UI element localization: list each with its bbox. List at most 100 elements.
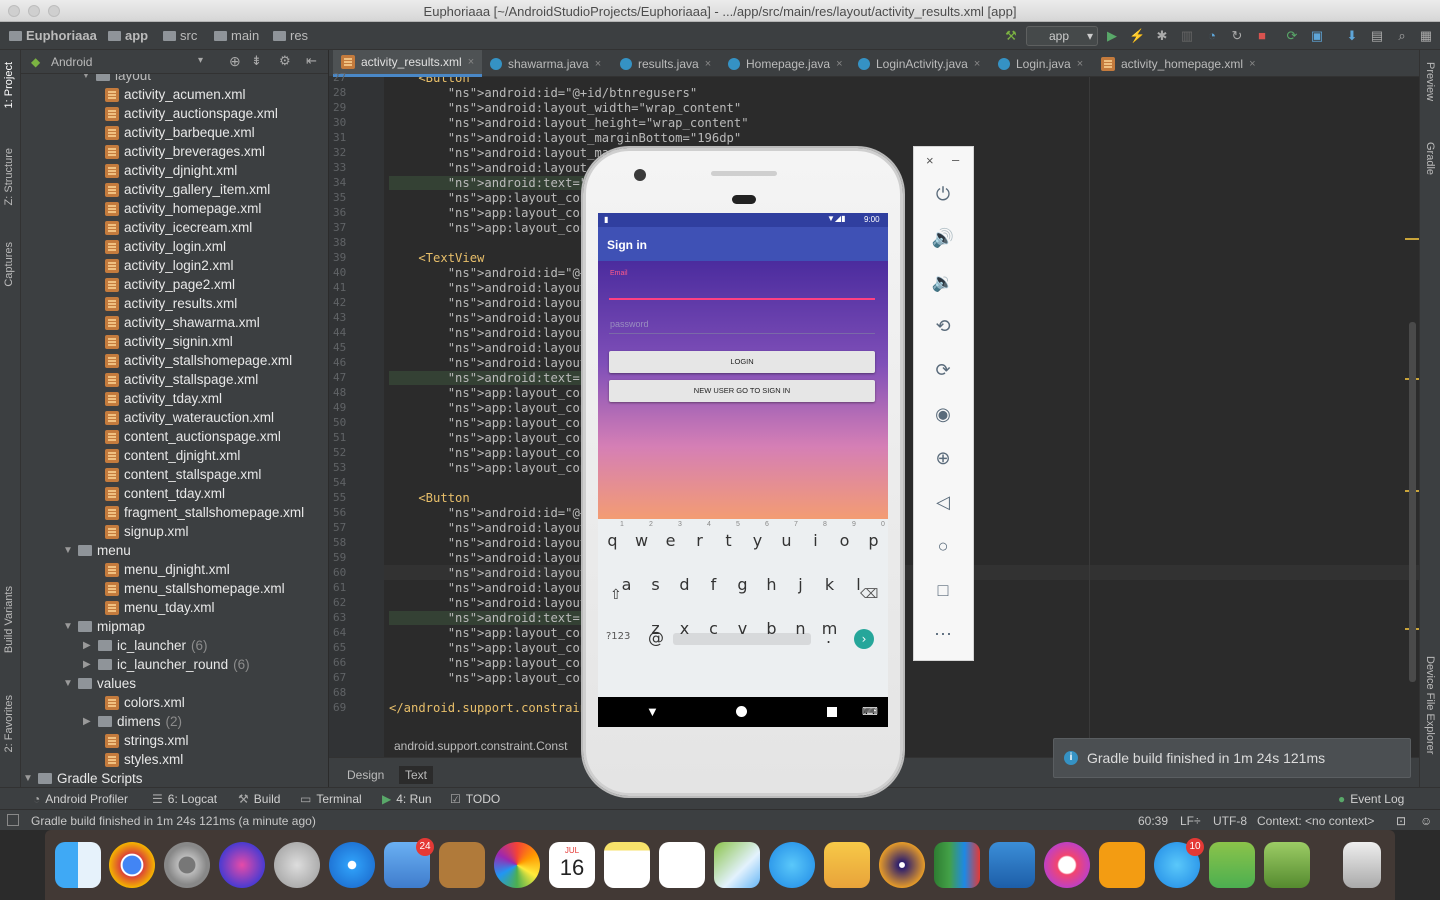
tree-file[interactable]: activity_acumen.xml xyxy=(105,85,246,104)
tab-text[interactable]: Text xyxy=(399,766,434,784)
chrome-icon[interactable] xyxy=(109,842,155,888)
key-v[interactable]: v xyxy=(728,619,757,638)
breadcrumb-src[interactable]: src xyxy=(163,28,197,43)
file-encoding[interactable]: UTF-8 xyxy=(1213,814,1247,828)
tool-terminal[interactable]: ▭ Terminal xyxy=(300,792,362,806)
editor-tab[interactable]: results.java × xyxy=(612,50,719,77)
tree-gradle-scripts[interactable]: ▼ Gradle Scripts xyxy=(23,769,143,787)
chevron-right-icon[interactable]: ▶ xyxy=(83,640,93,651)
close-tab-icon[interactable]: × xyxy=(836,58,842,70)
tree-folder-layout[interactable]: ▼ layout xyxy=(81,74,151,85)
tree-file[interactable]: activity_homepage.xml xyxy=(105,199,261,218)
key-m[interactable]: m xyxy=(815,619,844,638)
key-f[interactable]: f xyxy=(699,575,728,594)
tree-file[interactable]: content_tday.xml xyxy=(105,484,225,503)
key-j[interactable]: j xyxy=(786,575,815,594)
tree-file[interactable]: activity_barbeque.xml xyxy=(105,123,255,142)
home-icon[interactable]: ○ xyxy=(931,534,955,558)
tree-file[interactable]: activity_auctionspage.xml xyxy=(105,104,278,123)
emulator-screen[interactable]: ▮ ▼◢▮ 9:00 Sign in Email password LOGIN … xyxy=(598,213,888,727)
lock-icon[interactable]: ⊡ xyxy=(1396,814,1406,828)
hide-panel-icon[interactable]: ⇤ xyxy=(306,53,317,69)
zoom-icon[interactable]: ⊕ xyxy=(931,446,955,470)
code-line[interactable]: "ns">android:layout_marginBottom="196dp" xyxy=(389,131,742,145)
code-line[interactable]: "ns">android:layout_height="wrap_content… xyxy=(389,116,749,130)
tree-file[interactable]: fragment_stallshomepage.xml xyxy=(105,503,304,522)
editor-tab[interactable]: activity_homepage.xml × xyxy=(1093,50,1264,77)
overview-icon[interactable]: □ xyxy=(931,578,955,602)
tree-file[interactable]: content_djnight.xml xyxy=(105,446,240,465)
emulator-app-icon[interactable] xyxy=(1264,842,1310,888)
volume-up-icon[interactable]: 🔊 xyxy=(931,226,955,250)
inspector-icon[interactable]: ☺ xyxy=(1420,814,1432,828)
tab-favorites[interactable]: 2: Favorites xyxy=(3,695,15,752)
keyboard-switch-icon[interactable]: ⌨ xyxy=(862,705,878,718)
run-icon[interactable]: ▶ xyxy=(1104,28,1120,44)
tree-file[interactable]: activity_shawarma.xml xyxy=(105,313,260,332)
chevron-right-icon[interactable]: ▶ xyxy=(83,659,93,670)
code-line[interactable]: <Button xyxy=(389,491,469,505)
code-line[interactable]: </android.support.constraint xyxy=(389,701,594,715)
project-view-selector[interactable]: Android xyxy=(51,55,92,69)
stop-icon[interactable]: ■ xyxy=(1254,28,1270,44)
close-tab-icon[interactable]: × xyxy=(1077,58,1083,70)
breadcrumb-project[interactable]: Euphoriaaa xyxy=(9,28,97,43)
maps-icon[interactable] xyxy=(714,842,760,888)
trash-icon[interactable] xyxy=(1343,842,1381,888)
tab-design[interactable]: Design xyxy=(341,766,390,784)
tree-file[interactable]: content_stallspage.xml xyxy=(105,465,261,484)
rotate-left-icon[interactable]: ⟲ xyxy=(931,314,955,338)
password-field[interactable]: password xyxy=(610,319,649,329)
chevron-down-icon[interactable]: ▼ xyxy=(63,545,73,556)
tree-file[interactable]: activity_gallery_item.xml xyxy=(105,180,270,199)
tree-file[interactable]: activity_icecream.xml xyxy=(105,218,252,237)
nav-home-icon[interactable] xyxy=(736,706,747,717)
tree-file[interactable]: colors.xml xyxy=(105,693,185,712)
power-icon[interactable]: ⏻ xyxy=(931,182,955,206)
numbers-icon[interactable] xyxy=(934,842,980,888)
reminders-icon[interactable] xyxy=(659,842,705,888)
tree-folder-dimens[interactable]: ▶ dimens (2) xyxy=(83,712,182,731)
editor-tab[interactable]: activity_results.xml × xyxy=(333,50,483,77)
tree-file[interactable]: activity_results.xml xyxy=(105,294,237,313)
siri-icon[interactable] xyxy=(219,842,265,888)
gear-icon[interactable]: ⚙ xyxy=(279,53,291,69)
tree-folder-mipmap[interactable]: ▼ mipmap xyxy=(63,617,145,636)
key-u[interactable]: u xyxy=(772,531,801,550)
tool-build[interactable]: ⚒ Build xyxy=(238,792,280,806)
tree-file[interactable]: menu_stallshomepage.xml xyxy=(105,579,285,598)
tool-run[interactable]: ▶ 4: Run xyxy=(382,792,432,806)
key-c[interactable]: c xyxy=(699,619,728,638)
new-user-signin-button[interactable]: NEW USER GO TO SIGN IN xyxy=(609,380,875,402)
tree-file[interactable]: menu_tday.xml xyxy=(105,598,215,617)
tree-file[interactable]: activity_login.xml xyxy=(105,237,226,256)
tree-file[interactable]: content_auctionspage.xml xyxy=(105,427,281,446)
tree-file[interactable]: activity_signin.xml xyxy=(105,332,233,351)
chevron-down-icon[interactable]: ▼ xyxy=(63,621,73,632)
key-k[interactable]: k xyxy=(815,575,844,594)
close-tab-icon[interactable]: × xyxy=(705,58,711,70)
tree-folder-mipmap-item[interactable]: ▶ ic_launcher_round (6) xyxy=(83,655,250,674)
mail-icon[interactable]: 24 xyxy=(384,838,434,888)
key-y[interactable]: y xyxy=(743,531,772,550)
sync-gradle-icon[interactable]: ⟳ xyxy=(1284,28,1300,44)
project-structure-icon[interactable]: ▤ xyxy=(1369,28,1385,44)
run-configuration-select[interactable]: app ▾ xyxy=(1026,26,1098,46)
search-icon[interactable]: ⌕ xyxy=(1394,28,1410,44)
tab-captures[interactable]: Captures xyxy=(3,242,15,287)
tree-folder-menu[interactable]: ▼ menu xyxy=(63,541,131,560)
key-go[interactable]: › xyxy=(854,629,874,649)
system-preferences-icon[interactable] xyxy=(164,842,210,888)
key-w[interactable]: w xyxy=(627,531,656,550)
collapse-icon[interactable]: ⇟ xyxy=(251,53,262,69)
key-b[interactable]: b xyxy=(757,619,786,638)
close-tab-icon[interactable]: × xyxy=(1249,58,1255,70)
breadcrumb-app[interactable]: app xyxy=(108,28,148,43)
tool-android-profiler[interactable]: ◔ Android Profiler xyxy=(33,792,128,806)
avd-manager-icon[interactable]: ▣ xyxy=(1309,28,1325,44)
photos-icon[interactable] xyxy=(494,842,540,888)
itunes-icon[interactable] xyxy=(1044,842,1090,888)
key-z[interactable]: z xyxy=(641,619,670,638)
tree-file[interactable]: signup.xml xyxy=(105,522,189,541)
screenshot-icon[interactable]: ◉ xyxy=(931,402,955,426)
